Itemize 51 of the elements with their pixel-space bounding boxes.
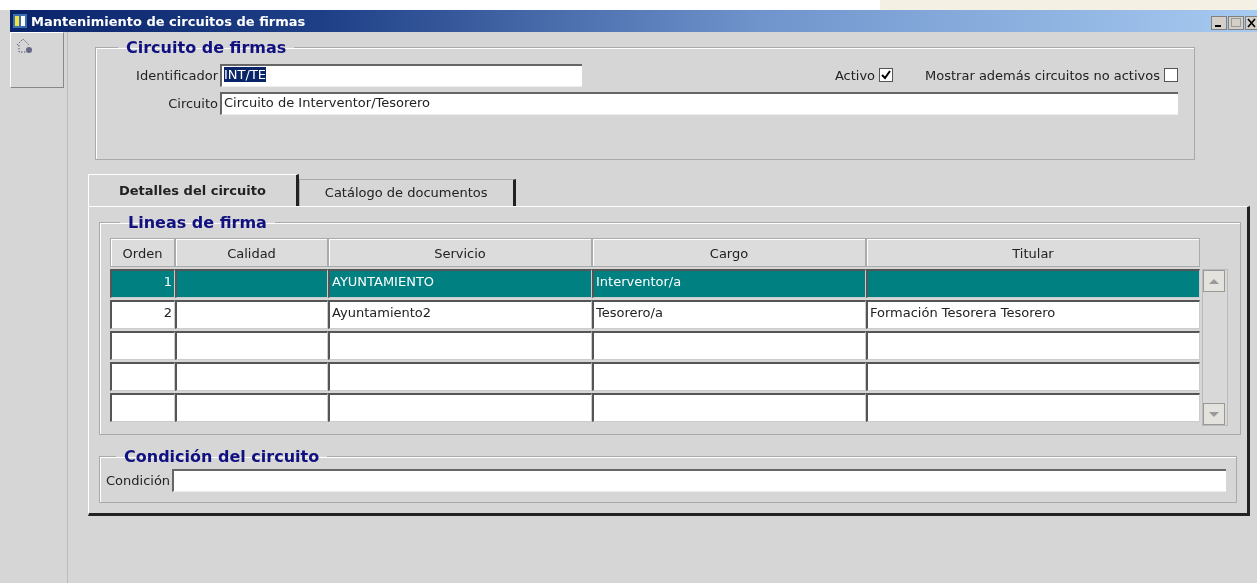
table-cell[interactable] — [328, 393, 592, 422]
table-cell[interactable] — [175, 362, 328, 391]
field-label: Identificador — [135, 67, 218, 83]
close-icon[interactable] — [1245, 16, 1257, 30]
table-cell[interactable]: 1 — [110, 269, 175, 298]
column-header: Orden — [110, 238, 175, 267]
table-cell[interactable] — [175, 331, 328, 360]
table-cell[interactable] — [328, 362, 592, 391]
column-header: Calidad — [175, 238, 328, 267]
column-header: Servicio — [328, 238, 592, 267]
table-cell[interactable] — [866, 393, 1200, 422]
field-label: Condición — [106, 472, 171, 488]
group-title: Lineas de firma — [127, 213, 268, 232]
group-title: Circuito de firmas — [125, 38, 288, 57]
app-icon — [12, 13, 28, 29]
table-cell[interactable] — [328, 331, 592, 360]
toolbar-button[interactable] — [10, 32, 64, 88]
checkbox[interactable] — [1164, 68, 1178, 82]
checkbox-label: Mostrar además circuitos no activos — [925, 67, 1160, 83]
column-header: Titular — [866, 238, 1200, 267]
column-header: Cargo — [592, 238, 866, 267]
table-cell[interactable] — [866, 362, 1200, 391]
checkbox[interactable] — [879, 68, 894, 82]
table-cell[interactable] — [175, 269, 328, 298]
table-cell[interactable] — [592, 331, 866, 360]
checkbox-label: Activo — [834, 67, 876, 83]
table-cell[interactable] — [592, 393, 866, 422]
group-title: Condición del circuito — [123, 447, 321, 466]
table-cell[interactable] — [110, 362, 175, 391]
input-field[interactable]: Circuito de Interventor/Tesorero — [220, 91, 1178, 115]
house-icon — [15, 37, 35, 55]
input-field[interactable]: INT/TE — [220, 63, 582, 87]
table-cell[interactable] — [175, 393, 328, 422]
table-cell[interactable]: Tesorero/a — [592, 300, 866, 329]
table-cell[interactable] — [866, 331, 1200, 360]
tab[interactable]: Catálogo de documentos — [298, 179, 516, 206]
field-label: Circuito — [167, 95, 218, 111]
tab[interactable]: Detalles del circuito — [88, 174, 299, 206]
table-cell[interactable]: Ayuntamiento2 — [328, 300, 592, 329]
table-cell[interactable]: Formación Tesorera Tesorero — [866, 300, 1200, 329]
table-cell[interactable] — [175, 300, 328, 329]
table-cell[interactable] — [592, 362, 866, 391]
table-cell[interactable] — [110, 393, 175, 422]
table-cell[interactable]: 2 — [110, 300, 175, 329]
table-cell[interactable] — [110, 331, 175, 360]
input-field[interactable] — [172, 468, 1226, 492]
table-cell[interactable]: Interventor/a — [592, 269, 866, 298]
minimize-icon[interactable] — [1211, 16, 1227, 30]
window-title: Mantenimiento de circuitos de firmas — [31, 13, 306, 29]
table-cell[interactable] — [866, 269, 1200, 298]
table-cell[interactable]: AYUNTAMIENTO — [328, 269, 592, 298]
